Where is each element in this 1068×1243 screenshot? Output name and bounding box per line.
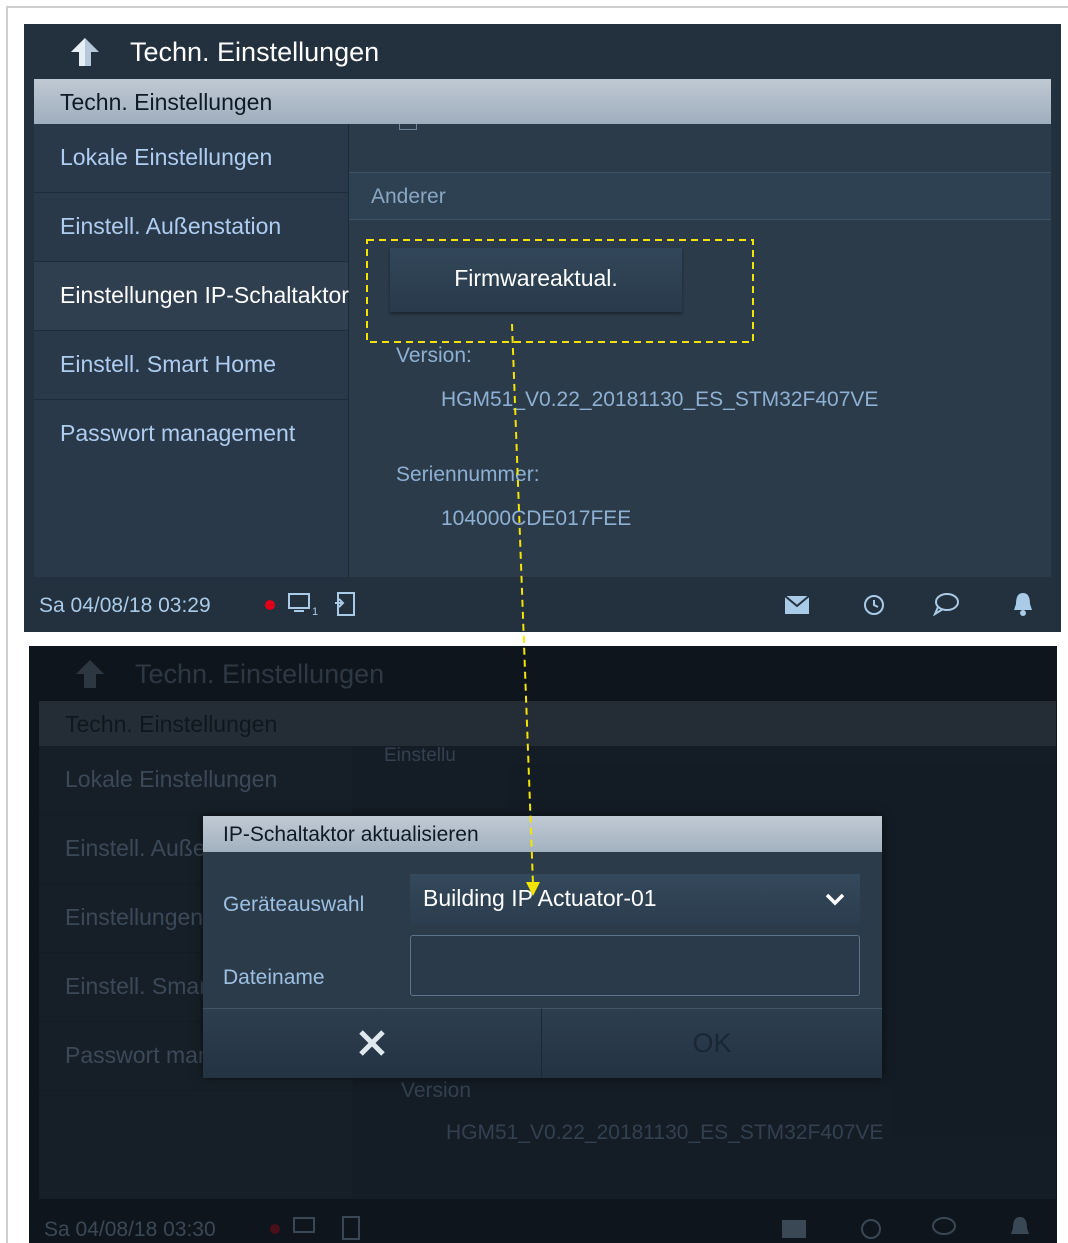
sidebar-item-ip-actuator[interactable]: Einstellungen IP-Schaltaktor (34, 262, 349, 331)
sidebar-item-label: Passwort management (60, 420, 296, 446)
dialog-header: IP-Schaltaktor aktualisieren (203, 816, 882, 852)
history-icon[interactable] (862, 593, 886, 617)
title-bar-dimmed: Techn. Einstellungen (29, 646, 1057, 701)
sidebar-item-outdoor-station[interactable]: Einstell. Außenstation (34, 193, 348, 262)
chat-icon (932, 1217, 956, 1235)
settings-panel: Techn. Einstellungen Lokale Einstellunge… (34, 79, 1051, 577)
version-value: HGM51_V0.22_20181130_ES_STM32F407VE (441, 388, 879, 411)
dialog-buttons: OK (203, 1008, 882, 1078)
content-area: Anderer Firmwareaktual. Version: HGM51_V… (349, 124, 1051, 577)
update-dialog-screen: Techn. Einstellungen Techn. Einstellunge… (29, 646, 1057, 1243)
version-label: Version: (396, 344, 472, 367)
status-bar-dimmed: Sa 04/08/18 03:30 (29, 1201, 1057, 1243)
serial-label: Seriennummer: (396, 463, 540, 486)
device-select-value: Building IP Actuator-01 (423, 885, 657, 911)
checkbox-partial (399, 124, 417, 130)
sidebar-item-local-settings[interactable]: Lokale Einstellungen (34, 124, 348, 193)
sidebar-item-label: Einstellungen IP-Schaltaktor (60, 282, 349, 308)
door-exit-icon[interactable] (334, 591, 358, 617)
sidebar-item-label: Einstell. Außenstation (60, 213, 282, 239)
close-icon (359, 1030, 385, 1056)
page-title: Techn. Einstellungen (135, 659, 385, 689)
status-bar: Sa 04/08/18 03:29 1 (24, 577, 1061, 632)
back-arrow-icon (76, 660, 104, 688)
sidebar-item-smart-home[interactable]: Einstell. Smart Home (34, 331, 348, 400)
version-label: Version (401, 1079, 472, 1102)
bell-icon (1011, 1217, 1029, 1234)
sidebar: Lokale Einstellungen Einstell. Außenstat… (34, 124, 349, 577)
sidebar-item-label: Lokale Einstellungen (65, 766, 278, 792)
record-dot-icon (270, 1224, 280, 1234)
monitor-icon (293, 1217, 315, 1233)
tab-header-label: Techn. Einstellungen (65, 711, 278, 737)
status-datetime: Sa 04/08/18 03:30 (44, 1218, 216, 1241)
mail-icon[interactable] (784, 595, 810, 615)
section-header-other: Anderer (349, 172, 1051, 220)
status-datetime: Sa 04/08/18 03:29 (39, 594, 211, 617)
bell-icon[interactable] (1012, 591, 1034, 617)
door-exit-icon (342, 1216, 360, 1240)
chevron-down-icon[interactable] (824, 888, 846, 910)
back-arrow-icon[interactable] (68, 36, 102, 68)
sidebar-item-label: Lokale Einstellungen (60, 144, 273, 170)
device-select[interactable]: Building IP Actuator-01 (410, 874, 860, 924)
tab-header: Techn. Einstellungen (39, 701, 1056, 746)
tab-header-label: Techn. Einstellungen (60, 89, 273, 115)
sidebar-item-password[interactable]: Passwort management (34, 400, 348, 468)
page-title: Techn. Einstellungen (130, 37, 380, 67)
version-value: HGM51_V0.22_20181130_ES_STM32F407VE (446, 1121, 884, 1144)
history-icon (861, 1219, 881, 1239)
title-bar: Techn. Einstellungen (24, 24, 1061, 79)
dialog-title: IP-Schaltaktor aktualisieren (223, 823, 479, 846)
svg-text:1: 1 (312, 606, 318, 617)
sidebar-item-label: Einstell. Smart Home (60, 351, 277, 377)
ok-button[interactable]: OK (542, 1008, 882, 1078)
filename-label: Dateiname (223, 966, 325, 989)
tab-header: Techn. Einstellungen (34, 79, 1051, 124)
settings-screen: Techn. Einstellungen Techn. Einstellunge… (24, 24, 1061, 632)
firmware-update-button[interactable]: Firmwareaktual. (390, 248, 682, 312)
sidebar-item-local-settings: Lokale Einstellungen (39, 746, 353, 815)
serial-value: 104000CDE017FEE (441, 507, 632, 530)
cancel-button[interactable] (203, 1008, 542, 1078)
mail-icon (782, 1220, 806, 1238)
record-dot-icon (265, 600, 275, 610)
chat-icon[interactable] (932, 592, 960, 616)
filename-input[interactable] (410, 935, 860, 996)
section-label-dimmed: Einstellu (384, 745, 456, 766)
device-select-label: Geräteauswahl (223, 893, 365, 916)
section-label: Anderer (371, 185, 446, 208)
update-dialog: IP-Schaltaktor aktualisieren Geräteauswa… (203, 816, 882, 1078)
monitor-icon[interactable]: 1 (288, 593, 322, 617)
